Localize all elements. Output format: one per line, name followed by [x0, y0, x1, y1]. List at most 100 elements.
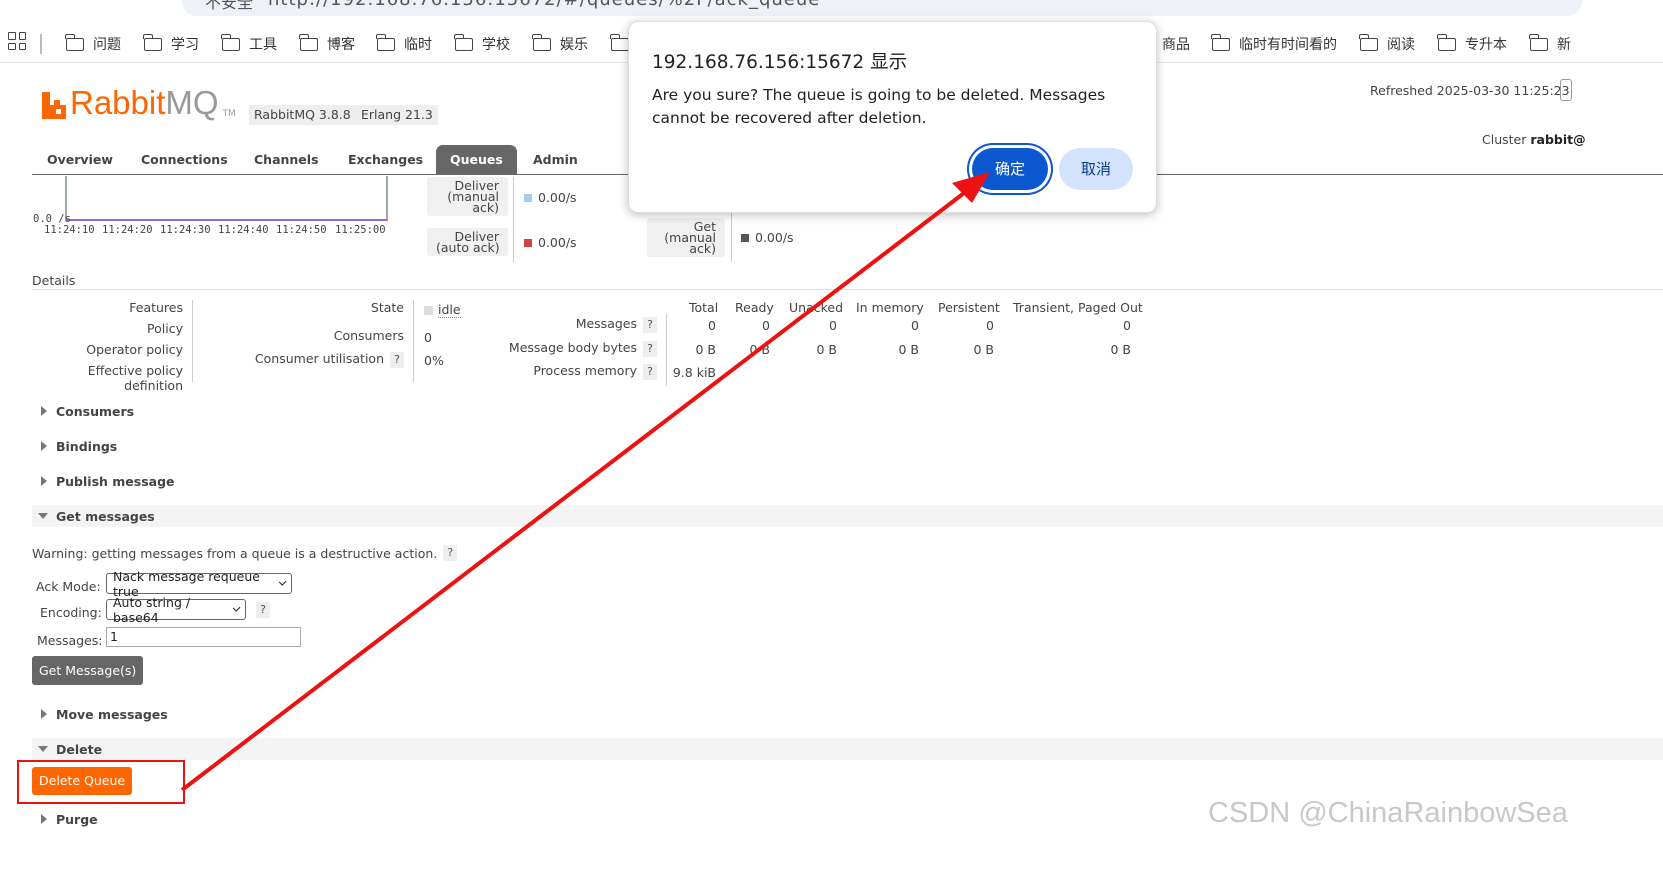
bookmark-item[interactable]: 专升本 [1437, 33, 1507, 55]
table-cell: 9.8 kiB [672, 365, 716, 380]
chart-tick: 11:25:00 [335, 224, 386, 236]
address-bar[interactable]: 不安全 http://192.168.76.156:15672/#/queues… [0, 0, 1663, 18]
rate-divider [513, 177, 514, 262]
tab-admin[interactable]: Admin [519, 145, 592, 175]
table-cell: 0 B [749, 342, 770, 357]
tab-connections[interactable]: Connections [127, 145, 242, 175]
folder-icon [532, 33, 551, 51]
section-get-messages[interactable]: Get messages [32, 505, 1663, 527]
rate-label-get-manual: Get (manual ack) [647, 218, 725, 257]
bookmark-item[interactable]: 问题 [65, 33, 121, 55]
legend-swatch [524, 193, 532, 202]
ack-mode-label: Ack Mode: [36, 579, 101, 594]
body-bytes-row-label: Message body bytes? [500, 340, 657, 357]
table-cell: 0 B [816, 342, 837, 357]
row-label-text: Message body bytes [508, 340, 637, 355]
encoding-select[interactable]: Auto string / base64 [106, 595, 246, 625]
tab-overview[interactable]: Overview [33, 145, 127, 175]
state-label: State [370, 300, 404, 315]
confirm-dialog: 192.168.76.156:15672 显示 Are you sure? Th… [628, 21, 1157, 213]
bookmark-label: 工具 [249, 37, 277, 53]
bookmark-item[interactable]: 临时 [376, 33, 432, 55]
section-publish-message[interactable]: Publish message [32, 470, 1663, 492]
bookmark-item[interactable]: 阅读 [1359, 33, 1415, 55]
help-icon[interactable]: ? [643, 364, 657, 380]
bookmark-label: 专升本 [1465, 37, 1507, 53]
rate-label-deliver-auto: Deliver (auto ack) [427, 228, 508, 256]
bookmark-item[interactable]: 博客 [299, 33, 355, 55]
col-transient: Transient, Paged Out [1013, 300, 1143, 315]
consumer-utilisation-label: Consumer utilisation? [240, 351, 404, 368]
section-label: Delete [56, 741, 103, 757]
annotation-highlight-box [17, 760, 185, 804]
help-icon[interactable]: ? [256, 602, 270, 618]
folder-icon [1211, 33, 1230, 51]
table-cell: 0 [829, 318, 837, 333]
rabbitmq-logo[interactable]: Rabbit MQ TM [42, 86, 236, 119]
bookmark-label: 博客 [327, 37, 355, 53]
section-delete[interactable]: Delete [32, 738, 1663, 760]
col-ready: Ready [735, 300, 774, 315]
help-icon[interactable]: ? [390, 352, 404, 368]
table-cell: 0 [708, 318, 716, 333]
section-label: Consumers [56, 403, 135, 419]
refresh-select[interactable] [1560, 79, 1572, 101]
chevron-right-icon [41, 476, 47, 486]
section-bindings[interactable]: Bindings [32, 435, 1663, 457]
state-text: idle [438, 302, 461, 318]
tab-queues[interactable]: Queues [436, 145, 517, 175]
confirm-ok-button[interactable]: 确定 [972, 148, 1048, 190]
logo-text-rabbit: Rabbit [70, 84, 166, 121]
confirm-cancel-button[interactable]: 取消 [1059, 148, 1133, 190]
get-messages-button[interactable]: Get Message(s) [32, 656, 144, 685]
bookmark-item[interactable]: 新 [1529, 33, 1571, 55]
message-rates-chart [65, 176, 388, 221]
messages-row-label: Messages? [500, 316, 657, 333]
bookmark-item[interactable]: 学习 [143, 33, 199, 55]
chevron-right-icon [41, 441, 47, 451]
select-value: Auto string / base64 [113, 594, 191, 625]
folder-icon [1437, 33, 1456, 51]
details-divider-v [666, 314, 667, 386]
apps-grid-icon[interactable] [8, 32, 26, 50]
policy-label: Policy [147, 321, 183, 336]
process-memory-row-label: Process memory? [500, 363, 657, 380]
logo-text-mq: MQ [165, 84, 219, 121]
tab-channels[interactable]: Channels [240, 145, 333, 175]
help-icon[interactable]: ? [643, 317, 657, 333]
col-in-memory: In memory [856, 300, 924, 315]
tab-exchanges[interactable]: Exchanges [334, 145, 437, 175]
messages-count-input[interactable]: 1 [106, 627, 301, 647]
ack-mode-select[interactable]: Nack message requeue true [106, 569, 292, 599]
rabbitmq-logo-icon [42, 92, 66, 119]
table-cell: 0 B [1110, 342, 1131, 357]
bookmark-item[interactable]: 娱乐 [532, 33, 588, 55]
refreshed-timestamp: Refreshed 2025-03-30 11:25:23 [1370, 83, 1570, 98]
section-label: Bindings [56, 438, 118, 454]
table-cell: 0 B [695, 342, 716, 357]
table-cell: 0 [762, 318, 770, 333]
section-move-messages[interactable]: Move messages [32, 703, 1663, 725]
table-cell: 0 [986, 318, 994, 333]
bookmark-item[interactable]: 工具 [221, 33, 277, 55]
get-warning: Warning: getting messages from a queue i… [32, 545, 458, 561]
rate-deliver-auto: 0.00/s [524, 235, 577, 250]
bookmark-label: 问题 [93, 37, 121, 53]
help-icon[interactable]: ? [443, 545, 458, 561]
section-consumers[interactable]: Consumers [32, 400, 1663, 422]
section-label: Publish message [56, 473, 175, 489]
col-persistent: Persistent [938, 300, 1000, 315]
bookmark-item[interactable]: 临时有时间看的 [1211, 33, 1337, 55]
bookmark-label: 学校 [482, 37, 510, 53]
row-label-text: Process memory [533, 363, 637, 378]
bookmark-label: 娱乐 [560, 37, 588, 53]
col-unacked: Unacked [789, 300, 844, 315]
col-total: Total [689, 300, 719, 315]
row-label-text: Messages [575, 316, 637, 331]
bookmark-item[interactable]: 学校 [454, 33, 510, 55]
chart-tick: 11:24:40 [218, 224, 269, 236]
details-title: Details [32, 273, 76, 288]
url-text[interactable]: http://192.168.76.156:15672/#/queues/%2F… [268, 0, 820, 10]
bookmark-label: 学习 [171, 37, 199, 53]
help-icon[interactable]: ? [643, 341, 657, 357]
